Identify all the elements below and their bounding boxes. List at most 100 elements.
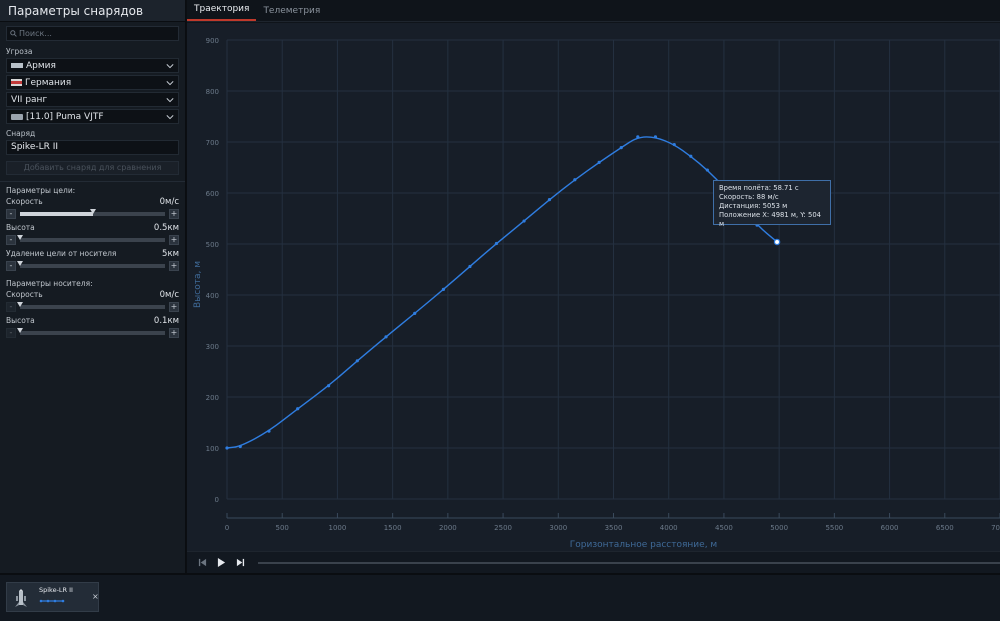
target-distance-slider[interactable] [17, 261, 165, 268]
x-tick-label: 6000 [881, 524, 899, 532]
trajectory-point [238, 444, 242, 449]
slider-thumb[interactable] [17, 328, 23, 333]
y-tick-label: 500 [206, 241, 219, 249]
target-distance-row: Удаление цели от носителя 5км [0, 249, 185, 259]
tooltip-time: Время полёта: 58.71 с [719, 184, 799, 192]
tab-telemetry[interactable]: Телеметрия [256, 6, 327, 21]
shell-label: Снаряд [6, 129, 36, 138]
main-panel: Траектория Телеметрия 0 100 200 300 400 500 60… [187, 0, 1000, 573]
trajectory-point [494, 241, 499, 246]
missile-icon [15, 589, 27, 607]
plus-button[interactable]: + [169, 209, 179, 219]
playback-track[interactable] [258, 561, 1000, 564]
trajectory-point [355, 359, 359, 363]
trajectory-point [326, 384, 331, 388]
minus-button[interactable]: - [6, 209, 16, 219]
x-tick-label: 500 [276, 524, 289, 532]
x-tick-label: 1000 [329, 524, 347, 532]
target-distance-label: Удаление цели от носителя [6, 249, 117, 258]
x-tick-label: 1500 [384, 524, 402, 532]
trajectory-point [653, 135, 658, 139]
target-params-label: Параметры цели: [6, 186, 76, 195]
tooltip-speed: Скорость: 88 м/с [719, 193, 779, 201]
app-window: Параметры снарядов Поиск... Угроза Армия… [0, 0, 1000, 621]
select-country[interactable]: Германия [6, 75, 179, 90]
chart-svg: 0 100 200 300 400 500 600 700 800 900 0 500 1000 1500… [193, 37, 1000, 550]
y-tick-label: 800 [206, 88, 219, 96]
select-army[interactable]: Армия [6, 58, 179, 73]
carrier-speed-row: Скорость 0м/с [0, 290, 185, 300]
x-tick-label: 3000 [549, 524, 567, 532]
tooltip-distance: Дистанция: 5053 м [719, 202, 788, 210]
select-rank-label: VII ранг [11, 94, 48, 105]
carrier-height-row: Высота 0.1км [0, 316, 185, 326]
plus-button[interactable]: + [169, 328, 179, 338]
target-distance-value: 5км [162, 249, 179, 259]
y-tick-label: 600 [206, 190, 219, 198]
x-tick-label: 5500 [825, 524, 843, 532]
y-axis-label: Высота, м [193, 261, 203, 308]
slider-thumb[interactable] [17, 302, 23, 307]
tank-icon [11, 113, 23, 120]
sidebar-title: Параметры снарядов [0, 0, 185, 22]
carrier-height-value: 0.1км [153, 316, 179, 326]
plus-button[interactable]: + [169, 302, 179, 312]
minus-button[interactable]: - [6, 261, 16, 271]
plus-button[interactable]: + [169, 261, 179, 271]
trajectory-point [689, 154, 693, 158]
minus-button[interactable]: - [6, 328, 16, 338]
trajectory-point [441, 287, 446, 291]
minus-button[interactable]: - [6, 302, 16, 312]
sidebar: Параметры снарядов Поиск... Угроза Армия… [0, 0, 186, 573]
trajectory-point [597, 160, 601, 164]
chevron-down-icon [166, 114, 174, 119]
plus-button[interactable]: + [169, 235, 179, 245]
trajectory-point [705, 168, 709, 172]
skip-back-button[interactable] [197, 558, 207, 568]
slider-fill [20, 212, 93, 216]
select-vehicle[interactable]: [11.0] Puma VJTF [6, 109, 179, 124]
select-rank[interactable]: VII ранг [6, 92, 179, 107]
x-tick-label: 2500 [494, 524, 512, 532]
slider-thumb[interactable] [89, 209, 96, 214]
series-line-icon [39, 599, 65, 603]
trajectory-line [226, 136, 778, 449]
trajectory-point [225, 446, 229, 450]
skip-forward-button[interactable] [235, 558, 245, 568]
slider-thumb[interactable] [17, 261, 23, 266]
carrier-speed-slider[interactable] [17, 302, 165, 309]
carrier-height-slider-row: - + [0, 326, 185, 342]
tab-trajectory[interactable]: Траектория [187, 4, 257, 21]
trajectory-point [384, 335, 388, 339]
trajectory-point [522, 219, 526, 223]
carrier-speed-label: Скорость [6, 290, 43, 299]
close-icon[interactable]: × [92, 592, 99, 601]
trajectory-point [468, 264, 472, 269]
highlight-point [773, 238, 781, 246]
trajectory-point [619, 146, 623, 150]
target-distance-slider-row: - + [0, 259, 185, 275]
trajectory-point [636, 135, 640, 139]
threat-label: Угроза [6, 47, 33, 56]
x-tick-label: 6500 [936, 524, 954, 532]
shell-field[interactable]: Spike-LR II [6, 140, 179, 155]
y-tick-label: 200 [206, 394, 219, 402]
trajectory-chart[interactable]: 0 100 200 300 400 500 600 700 800 900 0 500 1000 1500… [187, 23, 1000, 551]
y-tick-label: 900 [206, 37, 219, 45]
play-button[interactable] [216, 558, 226, 568]
shell-card[interactable]: Spike-LR II × [6, 582, 99, 612]
carrier-params-label: Параметры носителя: [6, 279, 93, 288]
carrier-height-slider[interactable] [17, 328, 165, 335]
search-input[interactable]: Поиск... [6, 26, 179, 41]
add-compare-button[interactable]: Добавить снаряд для сравнения [6, 161, 179, 175]
target-height-slider[interactable] [17, 235, 165, 242]
minus-button[interactable]: - [6, 235, 16, 245]
x-tick-label: 4500 [715, 524, 733, 532]
slider-thumb[interactable] [17, 235, 23, 240]
x-tick-label: 0 [225, 524, 229, 532]
target-speed-slider[interactable] [20, 209, 165, 216]
target-height-row: Высота 0.5км [0, 223, 185, 233]
target-speed-label: Скорость [6, 197, 43, 206]
carrier-speed-value: 0м/с [159, 290, 179, 300]
select-country-label: Германия [25, 77, 72, 88]
